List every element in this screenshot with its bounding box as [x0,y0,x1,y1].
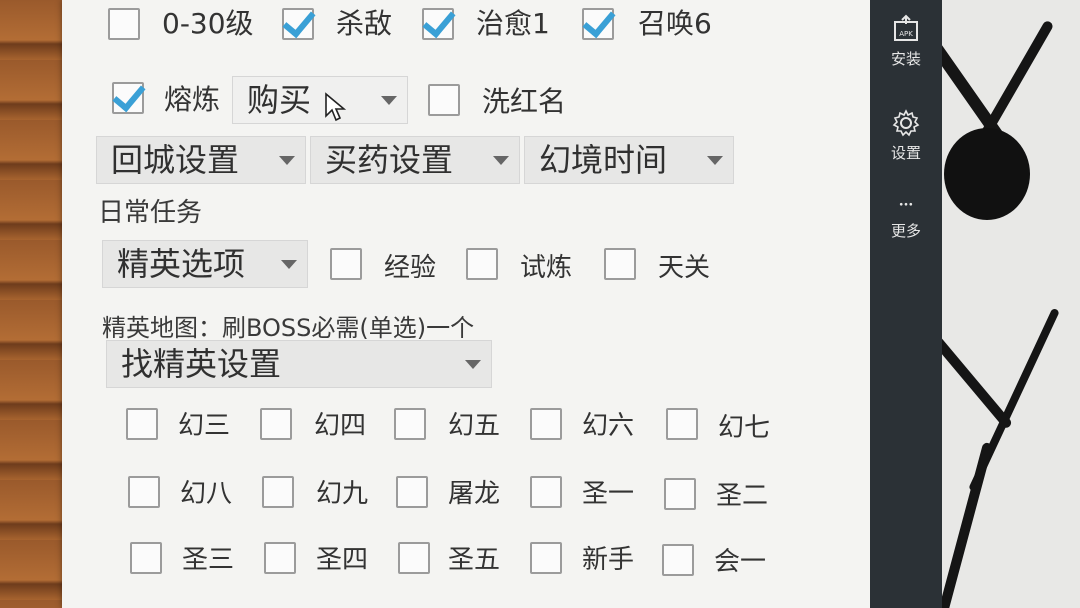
label-clear-redname: 洗红名 [482,85,567,118]
more-dots-icon [899,202,913,206]
chevron-down-icon [493,156,509,165]
checkbox-map-tulong[interactable] [396,476,428,508]
checkbox-experience[interactable] [330,248,362,280]
chevron-down-icon [381,96,397,105]
checkbox-clear-redname[interactable] [428,84,460,116]
checkbox-heal[interactable] [422,8,454,40]
label-level-0-30: 0-30级 [162,7,254,40]
checkbox-level-0-30[interactable] [108,8,140,40]
label-map-newbie: 新手 [582,545,635,575]
svg-text:APK: APK [899,30,913,38]
illusion-time-label: 幻境时间 [539,141,668,179]
label-map-huan6: 幻六 [582,411,635,441]
label-map-huan9: 幻九 [316,479,369,509]
label-heal: 治愈1 [476,7,550,40]
label-map-huan4: 幻四 [314,411,367,441]
mouse-cursor-icon [325,92,346,122]
checkbox-map-sheng2[interactable] [664,478,696,510]
checkbox-map-hui1[interactable] [662,544,694,576]
elite-options-dropdown[interactable]: 精英选项 [102,240,308,288]
find-elite-settings-label: 找精英设置 [121,345,282,383]
return-city-settings-dropdown[interactable]: 回城设置 [96,136,306,184]
checkbox-summon[interactable] [582,8,614,40]
find-elite-settings-dropdown[interactable]: 找精英设置 [106,340,492,388]
settings-button[interactable]: 设置 [870,108,942,163]
checkbox-map-huan7[interactable] [666,408,698,440]
label-summon: 召唤6 [638,7,712,40]
settings-label: 设置 [890,144,921,162]
label-map-huan5: 幻五 [448,411,501,441]
elite-options-label: 精英选项 [117,245,246,283]
smelt-mode-dropdown[interactable]: 购买 [232,76,408,124]
checkbox-map-huan6[interactable] [530,408,562,440]
label-sky-pass: 天关 [658,253,711,283]
illusion-time-dropdown[interactable]: 幻境时间 [524,136,734,184]
label-map-sheng4: 圣四 [316,545,369,575]
chevron-down-icon [281,260,297,269]
checkbox-map-sheng5[interactable] [398,542,430,574]
label-smelt: 熔炼 [164,83,221,116]
install-apk-button[interactable]: APK 安装 [870,14,942,69]
smelt-mode-value: 购买 [247,81,312,119]
buy-potion-settings-label: 买药设置 [325,141,454,179]
more-button[interactable]: 更多 [870,200,942,241]
label-kill-enemy: 杀敌 [336,7,393,40]
checkbox-map-sheng3[interactable] [130,542,162,574]
elite-map-title: 精英地图：刷BOSS必需(单选)一个 [102,314,475,342]
checkbox-map-huan3[interactable] [126,408,158,440]
checkbox-smelt[interactable] [112,82,144,114]
label-experience: 经验 [384,253,437,283]
chevron-down-icon [465,360,481,369]
chevron-down-icon [279,156,295,165]
label-map-hui1: 会一 [714,547,767,577]
checkbox-map-sheng1[interactable] [530,476,562,508]
install-label: 安装 [890,50,921,68]
checkbox-map-huan4[interactable] [260,408,292,440]
label-map-sheng5: 圣五 [448,545,501,575]
label-map-sheng2: 圣二 [716,481,769,511]
label-trial: 试炼 [520,253,573,283]
background-wall-right [940,0,1080,608]
daily-tasks-title: 日常任务 [98,198,203,228]
emulator-side-toolbar: APK 安装 设置 更多 [870,0,942,608]
checkbox-map-huan9[interactable] [262,476,294,508]
return-city-settings-label: 回城设置 [111,141,240,179]
label-map-huan8: 幻八 [180,479,233,509]
label-map-sheng3: 圣三 [182,545,235,575]
checkbox-sky-pass[interactable] [604,248,636,280]
apk-install-icon: APK [894,14,918,41]
gear-icon [892,109,920,137]
label-map-huan3: 幻三 [178,411,231,441]
background-wall-left [0,0,62,608]
chevron-down-icon [707,156,723,165]
checkbox-map-huan5[interactable] [394,408,426,440]
checkbox-map-huan8[interactable] [128,476,160,508]
label-map-huan7: 幻七 [718,413,771,443]
more-label: 更多 [890,222,921,240]
app-panel: 0-30级 杀敌 治愈1 召唤6 熔炼 购买 洗红名 回城设置 买药设置 幻境时… [62,0,870,608]
checkbox-trial[interactable] [466,248,498,280]
label-map-tulong: 屠龙 [448,479,501,509]
checkbox-map-sheng4[interactable] [264,542,296,574]
checkbox-map-newbie[interactable] [530,542,562,574]
buy-potion-settings-dropdown[interactable]: 买药设置 [310,136,520,184]
label-map-sheng1: 圣一 [582,479,635,509]
checkbox-kill-enemy[interactable] [282,8,314,40]
